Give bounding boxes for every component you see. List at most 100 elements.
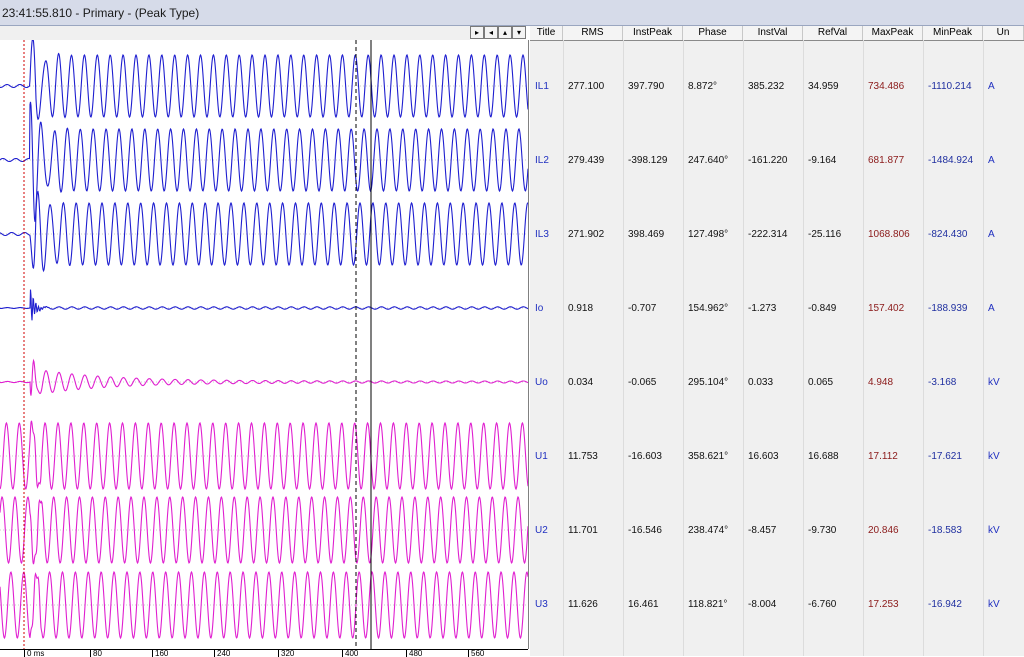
column-header-maxpeak[interactable]: MaxPeak <box>863 26 923 40</box>
waveform-trace-IL3 <box>0 190 528 273</box>
cell-instpeak: 398.469 <box>628 229 665 240</box>
cell-rms: 11.701 <box>568 525 598 536</box>
cell-refval: -25.116 <box>808 229 842 240</box>
waveform-trace-U2 <box>0 495 528 565</box>
cell-maxpeak: 157.402 <box>868 303 905 314</box>
cell-maxpeak: 4.948 <box>868 377 894 388</box>
cell-title[interactable]: Uo <box>535 377 548 389</box>
cell-maxpeak: 734.486 <box>868 81 905 92</box>
cell-unit: kV <box>988 525 1000 536</box>
column-header-instval[interactable]: InstVal <box>743 26 803 40</box>
column-divider <box>683 40 684 656</box>
cell-instval: -8.457 <box>748 525 777 536</box>
cell-rms: 11.753 <box>568 451 598 462</box>
cell-unit: A <box>988 81 995 92</box>
cell-instpeak: -398.129 <box>628 155 668 166</box>
column-header-phase[interactable]: Phase <box>683 26 743 40</box>
cell-rms: 0.918 <box>568 303 594 314</box>
cell-title[interactable]: IL1 <box>535 81 549 93</box>
cell-title[interactable]: U2 <box>535 525 548 537</box>
cell-instpeak: -0.707 <box>628 303 657 314</box>
cell-refval: 34.959 <box>808 81 839 92</box>
cell-phase: 8.872° <box>688 81 718 92</box>
column-divider <box>863 40 864 656</box>
window-title: 23:41:55.810 - Primary - (Peak Type) <box>2 6 200 20</box>
column-header-minpeak[interactable]: MinPeak <box>923 26 983 40</box>
cell-minpeak: -1110.214 <box>928 81 972 92</box>
scroll-right-button[interactable]: ▸ <box>470 26 484 39</box>
cell-minpeak: -824.430 <box>928 229 968 240</box>
cell-unit: kV <box>988 599 1000 610</box>
cell-minpeak: -18.583 <box>928 525 962 536</box>
cell-rms: 277.100 <box>568 81 605 92</box>
waveform-trace-Io <box>0 289 528 321</box>
cell-maxpeak: 20.846 <box>868 525 899 536</box>
title-bar: 23:41:55.810 - Primary - (Peak Type) <box>0 0 1024 26</box>
cell-phase: 118.821° <box>688 599 728 610</box>
table-header: Title RMS InstPeak Phase InstVal RefVal MaxPea… <box>530 26 1024 41</box>
column-header-instpeak[interactable]: InstPeak <box>623 26 683 40</box>
cell-minpeak: -3.168 <box>928 377 957 388</box>
cell-title[interactable]: U1 <box>535 451 548 463</box>
cell-unit: A <box>988 155 995 166</box>
cell-refval: -9.164 <box>808 155 837 166</box>
cell-minpeak: -17.621 <box>928 451 962 462</box>
cell-instval: 385.232 <box>748 81 785 92</box>
cell-maxpeak: 17.112 <box>868 451 898 462</box>
column-divider <box>923 40 924 656</box>
column-header-unit[interactable]: Un <box>983 26 1024 40</box>
cell-phase: 127.498° <box>688 229 729 240</box>
column-header-refval[interactable]: RefVal <box>803 26 863 40</box>
scroll-left-button[interactable]: ◂ <box>484 26 498 39</box>
cell-minpeak: -188.939 <box>928 303 968 314</box>
cell-refval: -6.760 <box>808 599 837 610</box>
measurement-table: Title RMS InstPeak Phase InstVal RefVal MaxPea… <box>530 26 1024 656</box>
cell-instpeak: -16.603 <box>628 451 662 462</box>
cell-title[interactable]: IL3 <box>535 229 549 241</box>
cell-instval: -222.314 <box>748 229 788 240</box>
scroll-up-button[interactable]: ▴ <box>498 26 512 39</box>
cell-instpeak: 16.461 <box>628 599 659 610</box>
cell-phase: 247.640° <box>688 155 729 166</box>
cell-instpeak: 397.790 <box>628 81 665 92</box>
cell-instval: -1.273 <box>748 303 777 314</box>
cell-refval: -0.849 <box>808 303 837 314</box>
cell-maxpeak: 17.253 <box>868 599 899 610</box>
waveform-trace-IL1 <box>0 40 528 121</box>
cell-unit: A <box>988 229 995 240</box>
cell-minpeak: -16.942 <box>928 599 962 610</box>
column-divider <box>743 40 744 656</box>
cell-title[interactable]: U3 <box>535 599 548 611</box>
cell-rms: 11.626 <box>568 599 598 610</box>
column-header-rms[interactable]: RMS <box>563 26 623 40</box>
waveform-plot[interactable] <box>0 40 528 649</box>
waveform-panel[interactable] <box>0 40 529 649</box>
cell-unit: kV <box>988 451 1000 462</box>
cell-unit: kV <box>988 377 1000 388</box>
cell-refval: 16.688 <box>808 451 839 462</box>
column-divider <box>803 40 804 656</box>
waveform-trace-Uo <box>0 358 528 396</box>
cell-title[interactable]: IL2 <box>535 155 549 167</box>
column-divider <box>983 40 984 656</box>
cell-maxpeak: 681.877 <box>868 155 905 166</box>
cell-refval: 0.065 <box>808 377 834 388</box>
cell-instpeak: -0.065 <box>628 377 657 388</box>
column-divider <box>563 40 564 656</box>
column-header-title[interactable]: Title <box>530 26 563 40</box>
cell-instval: -8.004 <box>748 599 777 610</box>
cell-instval: -161.220 <box>748 155 788 166</box>
cell-phase: 358.621° <box>688 451 729 462</box>
cell-rms: 271.902 <box>568 229 605 240</box>
waveform-trace-U1 <box>0 420 528 491</box>
cell-minpeak: -1484.924 <box>928 155 974 166</box>
cell-refval: -9.730 <box>808 525 837 536</box>
cell-phase: 295.104° <box>688 377 729 388</box>
cell-instval: 16.603 <box>748 451 779 462</box>
cell-instpeak: -16.546 <box>628 525 662 536</box>
waveform-toolbar-strip <box>0 26 470 41</box>
cell-phase: 238.474° <box>688 525 729 536</box>
cell-rms: 279.439 <box>568 155 605 166</box>
scroll-down-button[interactable]: ▾ <box>512 26 526 39</box>
cell-title[interactable]: Io <box>535 303 543 315</box>
